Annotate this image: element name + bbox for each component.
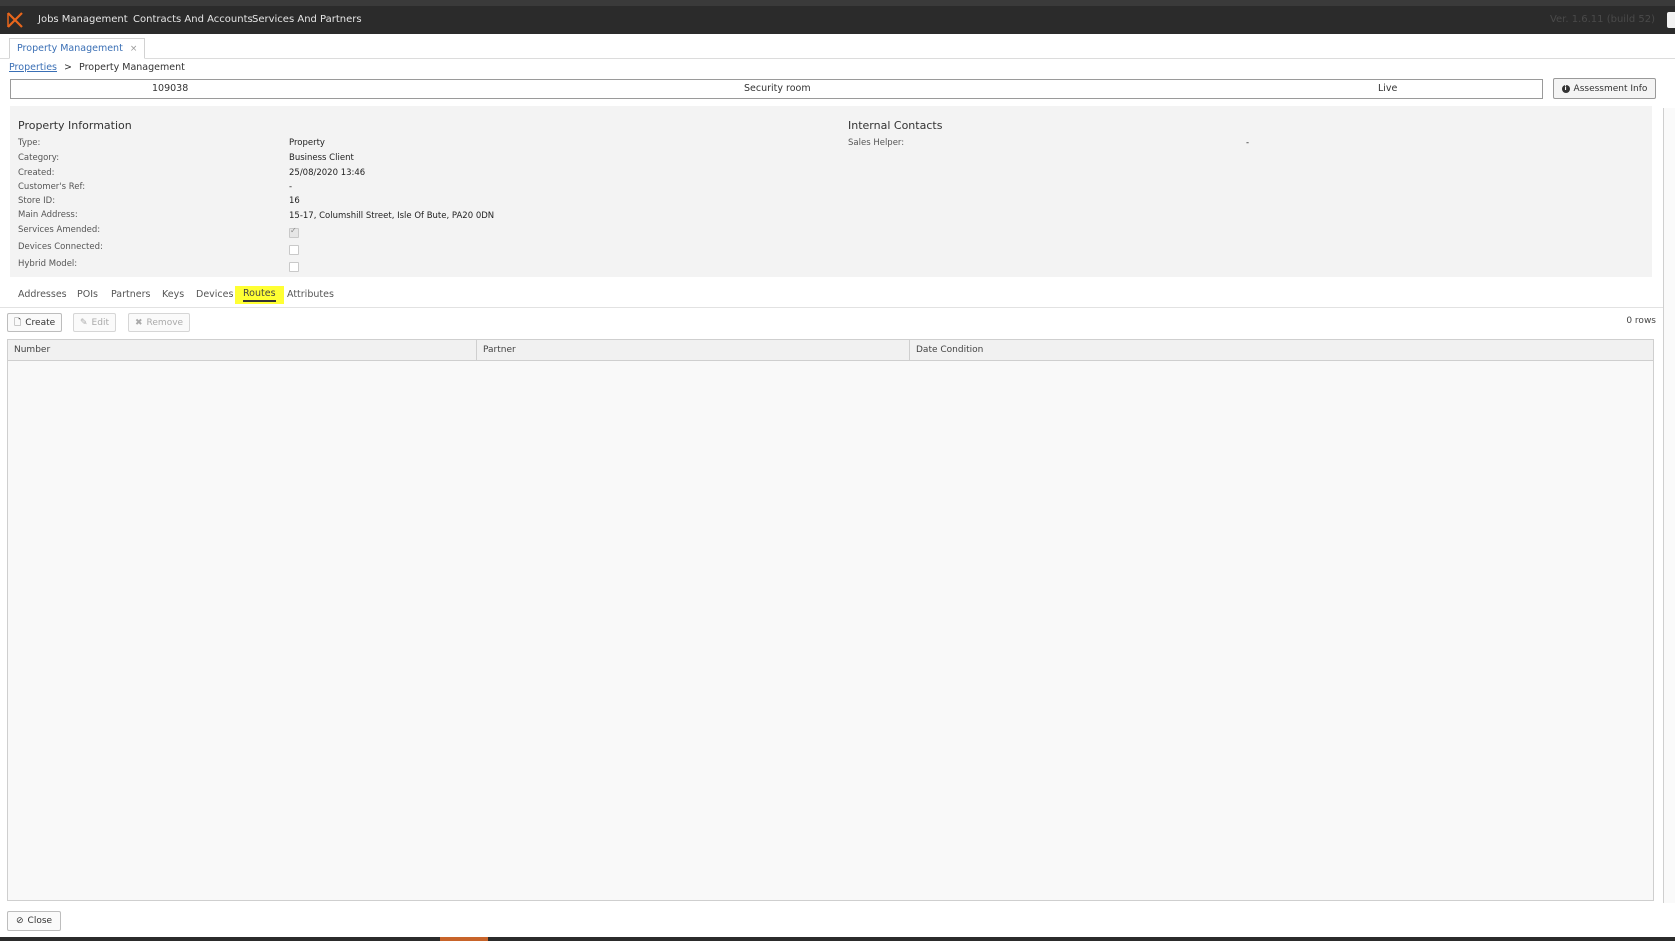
store-id-value: 16 [289,196,300,206]
top-nav-bar: Jobs Management Contracts And Accounts S… [0,0,1675,34]
document-icon: 🗋 [14,317,22,328]
side-panel-toggle[interactable] [1667,12,1675,28]
customer-ref-value: - [289,182,293,192]
devices-connected-label: Devices Connected: [18,242,103,252]
grid-header: Number Partner Date Condition [8,340,1653,361]
devices-connected-checkbox [289,245,299,255]
sales-helper-label: Sales Helper: [848,138,905,148]
detail-tabs: Addresses POIs Partners Keys Devices Rou… [0,283,1665,308]
close-button[interactable]: ⊘ Close [7,911,62,931]
close-label: Close [27,916,53,926]
property-status: Live [1378,83,1398,94]
tab-addresses[interactable]: Addresses [18,289,67,300]
nav-contracts-and-accounts[interactable]: Contracts And Accounts [133,14,253,25]
taskbar-accent [440,937,488,941]
sales-helper-value: - [1246,138,1250,148]
create-label: Create [25,317,56,328]
x-icon: ✖ [135,317,143,328]
tab-pois[interactable]: POIs [77,289,98,300]
breadcrumb-separator: > [64,62,73,73]
type-label: Type: [18,138,41,148]
services-amended-checkbox [289,226,299,238]
category-label: Category: [18,153,60,163]
edit-button[interactable]: ✎ Edit [73,313,116,332]
created-label: Created: [18,168,55,178]
created-value: 25/08/2020 13:46 [289,168,366,178]
customer-ref-label: Customer's Ref: [18,182,86,192]
taskbar-strip [0,937,1675,941]
vertical-scrollbar[interactable] [1663,108,1675,903]
tab-strip: Property Management × [0,34,1675,59]
row-count: 0 rows [1626,316,1656,326]
tab-attributes[interactable]: Attributes [287,289,334,300]
create-button[interactable]: 🗋 Create [7,313,63,332]
main-address-label: Main Address: [18,210,78,220]
breadcrumb: Properties > Property Management [9,62,185,73]
property-id: 109038 [152,83,189,94]
routes-grid: Number Partner Date Condition [7,339,1654,901]
remove-button[interactable]: ✖ Remove [128,313,191,332]
cancel-circle-icon: ⊘ [16,916,24,926]
category-value: Business Client [289,153,354,163]
tab-devices[interactable]: Devices [196,289,233,300]
services-amended-label: Services Amended: [18,225,101,235]
property-info-panel: Property Information Type: Property Cate… [10,106,1652,277]
main-address-value: 15-17, Columshill Street, Isle Of Bute, … [289,211,495,221]
property-summary-bar: 109038 Security room Live [10,79,1543,99]
column-partner[interactable]: Partner [477,340,910,360]
internal-contacts-title: Internal Contacts [848,119,943,132]
nav-services-and-partners[interactable]: Services And Partners [252,14,362,25]
breadcrumb-current: Property Management [79,62,185,73]
assessment-info-button[interactable]: i Assessment Info [1553,78,1656,99]
property-name: Security room [744,83,811,94]
tab-close-icon[interactable]: × [130,40,138,58]
tab-routes[interactable]: Routes [235,286,284,304]
tab-keys[interactable]: Keys [162,289,184,300]
breadcrumb-properties-link[interactable]: Properties [9,62,57,73]
hybrid-model-checkbox [289,262,299,272]
store-id-label: Store ID: [18,196,56,206]
remove-label: Remove [146,317,184,328]
column-number[interactable]: Number [8,340,477,360]
app-logo[interactable] [6,11,24,29]
version-label: Ver. 1.6.11 (build 52) [1549,14,1655,25]
tab-label: Property Management [17,42,123,54]
tab-property-management[interactable]: Property Management × [9,38,146,59]
type-value: Property [289,138,325,148]
pencil-icon: ✎ [80,317,88,328]
hybrid-model-label: Hybrid Model: [18,259,78,269]
nav-jobs-management[interactable]: Jobs Management [38,14,128,25]
edit-label: Edit [91,317,109,328]
info-icon: i [1561,84,1570,93]
assessment-info-label: Assessment Info [1573,83,1648,94]
property-info-title: Property Information [18,119,132,132]
column-date-condition[interactable]: Date Condition [910,340,1653,360]
tab-partners[interactable]: Partners [111,289,150,300]
